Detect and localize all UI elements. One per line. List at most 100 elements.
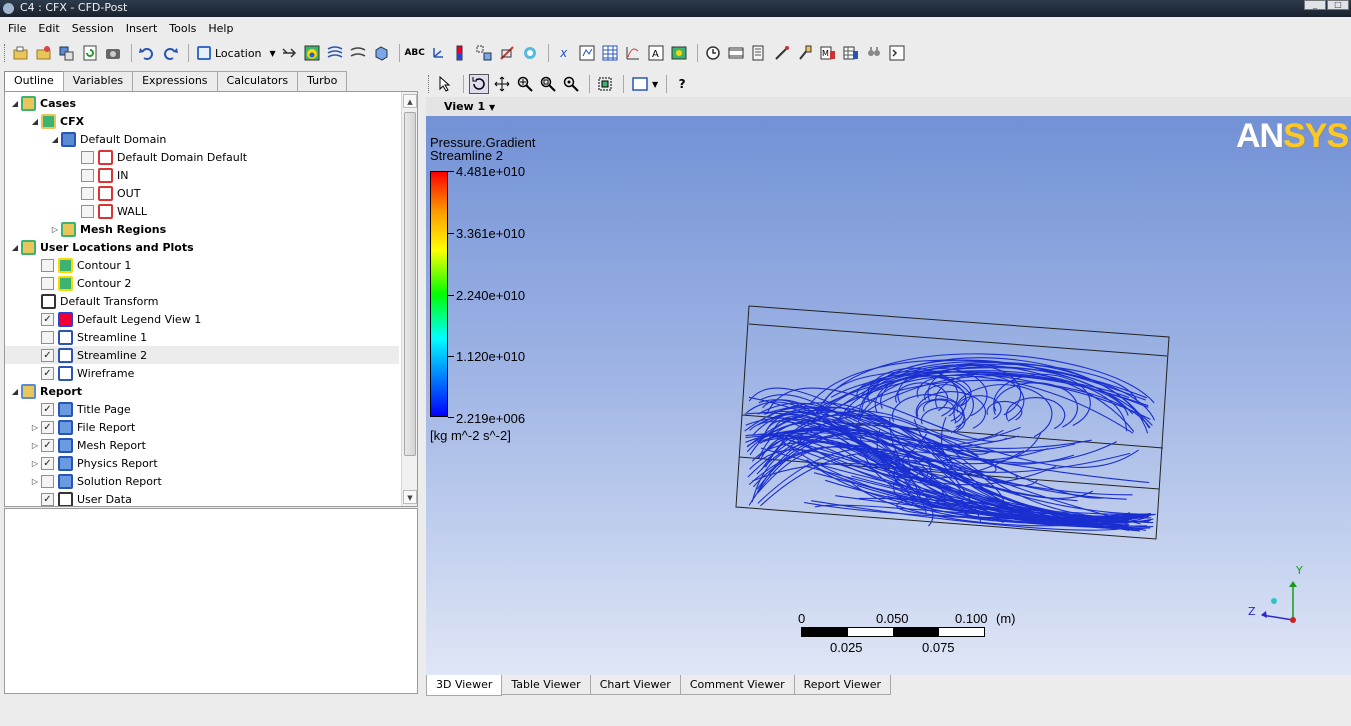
text-icon[interactable]: ABC bbox=[404, 43, 424, 63]
tree-item-cases[interactable]: ◢ Cases bbox=[5, 94, 399, 112]
menu-session[interactable]: Session bbox=[66, 20, 120, 39]
expand-arrow-icon[interactable]: ▷ bbox=[29, 459, 41, 468]
scrollbar-thumb[interactable] bbox=[404, 112, 416, 456]
scroll-down-arrow-icon[interactable]: ▼ bbox=[403, 490, 417, 504]
tree-item-user-locations-and-plots[interactable]: ◢ User Locations and Plots bbox=[5, 238, 399, 256]
tab-turbo[interactable]: Turbo bbox=[297, 71, 348, 91]
menu-edit[interactable]: Edit bbox=[32, 20, 65, 39]
menu-insert[interactable]: Insert bbox=[120, 20, 164, 39]
tree-item-default-transform[interactable]: Default Transform bbox=[5, 292, 399, 310]
save-state-icon[interactable] bbox=[34, 43, 54, 63]
minimize-button[interactable]: _ bbox=[1304, 0, 1326, 10]
viewer-3d[interactable]: View 1 ▼ ANSYS Pressure.Gradient Streaml… bbox=[426, 97, 1351, 675]
clip-plane-icon[interactable] bbox=[497, 43, 517, 63]
tree-item-streamline-2[interactable]: ✓ Streamline 2 bbox=[5, 346, 399, 364]
rotate-icon[interactable] bbox=[469, 74, 489, 94]
expand-arrow-icon[interactable]: ▷ bbox=[29, 423, 41, 432]
probe-icon[interactable] bbox=[772, 43, 792, 63]
visibility-checkbox[interactable] bbox=[41, 258, 54, 272]
pan-icon[interactable] bbox=[492, 74, 512, 94]
quick-editor-icon[interactable] bbox=[749, 43, 769, 63]
color-map-icon[interactable] bbox=[520, 43, 540, 63]
tab-chart-viewer[interactable]: Chart Viewer bbox=[589, 675, 681, 695]
visibility-checkbox[interactable]: ✓ bbox=[41, 312, 54, 326]
function-calculator-icon[interactable] bbox=[795, 43, 815, 63]
refresh-icon[interactable] bbox=[80, 43, 100, 63]
visibility-checkbox[interactable]: ✓ bbox=[41, 420, 54, 434]
visibility-checkbox[interactable] bbox=[41, 276, 54, 290]
visibility-checkbox[interactable]: ✓ bbox=[41, 492, 54, 506]
figure-icon[interactable] bbox=[669, 43, 689, 63]
load-results-icon[interactable] bbox=[57, 43, 77, 63]
redo-icon[interactable] bbox=[160, 43, 180, 63]
tree-item-solution-report[interactable]: ▷ Solution Report bbox=[5, 472, 399, 490]
expand-arrow-icon[interactable]: ▷ bbox=[29, 477, 41, 486]
tree-scrollbar[interactable]: ▲ ▼ bbox=[401, 92, 417, 506]
visibility-checkbox[interactable] bbox=[81, 186, 94, 200]
tab-report-viewer[interactable]: Report Viewer bbox=[793, 675, 891, 695]
visibility-checkbox[interactable] bbox=[81, 204, 94, 218]
tab-comment-viewer[interactable]: Comment Viewer bbox=[679, 675, 795, 695]
tree-item-out[interactable]: OUT bbox=[5, 184, 399, 202]
maximize-button[interactable]: □ bbox=[1327, 0, 1349, 10]
viewer-toolbar-grip[interactable] bbox=[428, 75, 431, 93]
highlight-icon[interactable] bbox=[595, 74, 615, 94]
tree-item-mesh-report[interactable]: ▷ ✓ Mesh Report bbox=[5, 436, 399, 454]
tree-item-report[interactable]: ◢ Report bbox=[5, 382, 399, 400]
expand-arrow-icon[interactable]: ▷ bbox=[49, 225, 61, 234]
command-editor-icon[interactable] bbox=[887, 43, 907, 63]
scroll-up-arrow-icon[interactable]: ▲ bbox=[403, 94, 417, 108]
visibility-checkbox[interactable]: ✓ bbox=[41, 402, 54, 416]
menu-file[interactable]: File bbox=[2, 20, 32, 39]
tree-item-default-domain-default[interactable]: Default Domain Default bbox=[5, 148, 399, 166]
tree-item-user-data[interactable]: ✓ User Data bbox=[5, 490, 399, 506]
zoom-fit-icon[interactable] bbox=[561, 74, 581, 94]
select-cursor-icon[interactable] bbox=[435, 74, 455, 94]
coordinate-frame-icon[interactable] bbox=[428, 43, 448, 63]
streamline-icon[interactable] bbox=[325, 43, 345, 63]
case-comparison-icon[interactable] bbox=[864, 43, 884, 63]
expand-arrow-icon[interactable]: ▷ bbox=[29, 441, 41, 450]
tree-item-title-page[interactable]: ✓ Title Page bbox=[5, 400, 399, 418]
mesh-calculator-icon[interactable] bbox=[841, 43, 861, 63]
tab-variables[interactable]: Variables bbox=[62, 71, 134, 91]
visibility-checkbox[interactable]: ✓ bbox=[41, 438, 54, 452]
visibility-checkbox[interactable] bbox=[81, 150, 94, 164]
menu-help[interactable]: Help bbox=[202, 20, 239, 39]
chart-icon[interactable] bbox=[623, 43, 643, 63]
timestep-icon[interactable] bbox=[703, 43, 723, 63]
menu-tools[interactable]: Tools bbox=[163, 20, 202, 39]
tree-item-file-report[interactable]: ▷ ✓ File Report bbox=[5, 418, 399, 436]
undo-icon[interactable] bbox=[137, 43, 157, 63]
animation-icon[interactable] bbox=[726, 43, 746, 63]
visibility-checkbox[interactable] bbox=[41, 330, 54, 344]
collapse-arrow-icon[interactable]: ◢ bbox=[9, 243, 21, 252]
collapse-arrow-icon[interactable]: ◢ bbox=[9, 99, 21, 108]
tab-table-viewer[interactable]: Table Viewer bbox=[501, 675, 591, 695]
visibility-checkbox[interactable]: ✓ bbox=[41, 348, 54, 362]
volume-render-icon[interactable] bbox=[371, 43, 391, 63]
tree-item-default-legend-view-1[interactable]: ✓ Default Legend View 1 bbox=[5, 310, 399, 328]
tree-item-wall[interactable]: WALL bbox=[5, 202, 399, 220]
zoom-icon[interactable] bbox=[515, 74, 535, 94]
zoom-box-icon[interactable] bbox=[538, 74, 558, 94]
load-state-icon[interactable] bbox=[11, 43, 31, 63]
tree-item-cfx[interactable]: ◢ CFX bbox=[5, 112, 399, 130]
tree-item-mesh-regions[interactable]: ▷ Mesh Regions bbox=[5, 220, 399, 238]
tab-calculators[interactable]: Calculators bbox=[216, 71, 299, 91]
tree-item-wireframe[interactable]: ✓ Wireframe bbox=[5, 364, 399, 382]
contour-icon[interactable] bbox=[302, 43, 322, 63]
tab-3d-viewer[interactable]: 3D Viewer bbox=[426, 675, 503, 696]
vector-icon[interactable] bbox=[279, 43, 299, 63]
particle-track-icon[interactable] bbox=[348, 43, 368, 63]
toolbar-grip[interactable] bbox=[4, 44, 7, 62]
legend-icon[interactable] bbox=[451, 43, 471, 63]
collapse-arrow-icon[interactable]: ◢ bbox=[29, 117, 41, 126]
viewport-layout-dropdown[interactable]: ▼ bbox=[629, 74, 661, 94]
screenshot-icon[interactable] bbox=[103, 43, 123, 63]
instance-transform-icon[interactable] bbox=[474, 43, 494, 63]
tree-item-in[interactable]: IN bbox=[5, 166, 399, 184]
collapse-arrow-icon[interactable]: ◢ bbox=[49, 135, 61, 144]
tree-item-contour-1[interactable]: Contour 1 bbox=[5, 256, 399, 274]
tab-expressions[interactable]: Expressions bbox=[132, 71, 218, 91]
